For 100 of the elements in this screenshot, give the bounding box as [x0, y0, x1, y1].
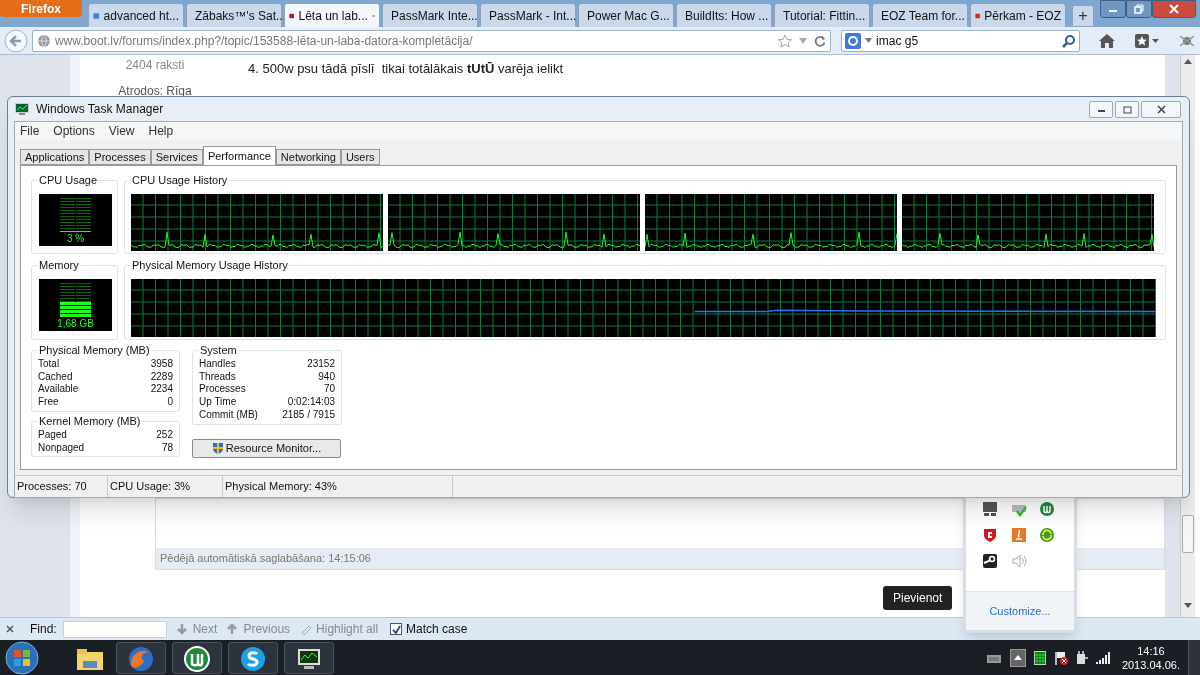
- stat-value: 252: [156, 428, 173, 442]
- menu-item[interactable]: File: [20, 122, 40, 140]
- author-post-count: 2404 raksti: [125, 57, 185, 74]
- monitor-icon[interactable]: [982, 501, 998, 517]
- meter-reading: 3 %: [66, 233, 85, 245]
- tab[interactable]: Users: [340, 149, 380, 165]
- taskbar-button[interactable]: [228, 641, 278, 674]
- match-case-checkbox[interactable]: [390, 623, 403, 635]
- tab-title: PassMark Inte...: [391, 7, 478, 25]
- resource-monitor-button[interactable]: Resource Monitor...: [192, 438, 341, 458]
- search-text: imac g5: [876, 32, 919, 50]
- home-icon[interactable]: [1098, 32, 1117, 49]
- stat-label: Threads: [199, 370, 236, 384]
- browser-tab[interactable]: Zābaks™'s Sat...: [186, 3, 282, 27]
- find-label: Find:: [30, 621, 57, 638]
- menu-item[interactable]: View: [108, 122, 135, 140]
- tab[interactable]: Performance: [202, 146, 276, 165]
- close-button[interactable]: [1152, 0, 1196, 18]
- taskbar-button[interactable]: [116, 641, 166, 674]
- stat-label: Paged: [38, 428, 67, 442]
- stat-label: Processes: [199, 383, 246, 397]
- browser-tab[interactable]: Lēta un lab...: [284, 3, 380, 27]
- stat-label: Up Time: [199, 396, 237, 409]
- tab[interactable]: Applications: [20, 149, 90, 165]
- start-button[interactable]: [4, 640, 40, 675]
- meter-icon[interactable]: [1033, 650, 1046, 665]
- browser-tab[interactable]: Tutorial: Fittin...: [774, 3, 870, 27]
- flag-icon[interactable]: [1053, 650, 1068, 665]
- stat-label: Total: [38, 358, 60, 371]
- addon-icon[interactable]: [1178, 32, 1196, 49]
- globe-icon: [36, 33, 51, 48]
- reload-icon[interactable]: [814, 34, 827, 47]
- menu-item[interactable]: Options: [53, 122, 95, 140]
- sync-circle-icon[interactable]: [1039, 527, 1056, 543]
- tab[interactable]: Networking: [275, 149, 341, 165]
- mu-circle-icon[interactable]: [1039, 501, 1056, 517]
- close-icon: [1169, 4, 1179, 14]
- status-text: Physical Memory: 43%: [225, 479, 337, 495]
- search-icon[interactable]: [1062, 33, 1077, 48]
- submit-button[interactable]: Pievienot: [883, 586, 953, 610]
- tab-title: advanced ht...: [103, 7, 179, 25]
- star-icon[interactable]: [778, 33, 793, 48]
- back-button[interactable]: [4, 28, 28, 53]
- monitor-graph-icon: [14, 102, 30, 116]
- restore-icon: [1134, 4, 1144, 14]
- find-field[interactable]: [62, 620, 167, 638]
- stat-value: 940: [318, 370, 335, 384]
- tab[interactable]: Services: [150, 149, 203, 165]
- tab[interactable]: Processes: [89, 149, 151, 165]
- meter-reading: 1,68 GB: [57, 318, 94, 330]
- stat-value: 23152: [307, 358, 335, 371]
- power-plug-icon[interactable]: [1075, 650, 1088, 665]
- search-field[interactable]: imac g5: [841, 29, 1081, 52]
- stat-value: 78: [161, 441, 173, 455]
- close-icon: [1156, 104, 1166, 114]
- group-label: Physical Memory Usage History: [131, 258, 289, 272]
- bookmarks-icon[interactable]: [1134, 32, 1161, 49]
- window-title: Windows Task Manager: [36, 101, 164, 118]
- tab-title: Power Mac G...: [587, 7, 670, 25]
- browser-tab[interactable]: EOZ Team for...: [872, 3, 968, 27]
- taskbar-button[interactable]: [172, 641, 222, 674]
- browser-tab[interactable]: Pērkam - EOZ: [970, 3, 1066, 27]
- browser-tab[interactable]: PassMark Inte...: [382, 3, 478, 27]
- search-engine-icon[interactable]: [845, 32, 862, 49]
- group-label: CPU Usage History: [131, 173, 229, 187]
- close-icon[interactable]: [6, 625, 14, 633]
- browser-tab[interactable]: PassMark - Int...: [480, 3, 576, 27]
- stat-label: Handles: [199, 358, 236, 371]
- url-text: www.boot.lv/forums/index.php?/topic/153588-lēta-un-laba-datora-kompletācija/: [54, 32, 473, 50]
- browser-tab[interactable]: Power Mac G...: [578, 3, 674, 27]
- tab-title: EOZ Team for...: [881, 7, 965, 25]
- stat-label: Commit (MB): [199, 408, 258, 422]
- flame-square-icon[interactable]: [1010, 527, 1027, 543]
- scroll-down-icon[interactable]: [1184, 603, 1192, 608]
- match-case-label: Match case: [406, 621, 468, 638]
- url-field[interactable]: www.boot.lv/forums/index.php?/topic/153588-lēta-un-laba-datora-kompletācija/: [31, 29, 832, 52]
- scroll-up-icon[interactable]: [1184, 59, 1192, 64]
- menu-item[interactable]: Help: [148, 122, 174, 140]
- clock-time: 14:16: [1137, 643, 1165, 658]
- piston-square-icon[interactable]: [982, 553, 998, 569]
- new-tab-button[interactable]: +: [1072, 5, 1094, 27]
- stat-value: 3958: [150, 358, 173, 371]
- scroll-thumb[interactable]: [1182, 515, 1194, 553]
- stat-value: 70: [323, 383, 335, 397]
- shield-icon: [211, 441, 224, 455]
- minimize-button[interactable]: [1100, 0, 1126, 18]
- browser-tab[interactable]: BuildIts: How ...: [676, 3, 772, 27]
- signal-bars-icon[interactable]: [1095, 651, 1110, 664]
- taskbar-button[interactable]: [284, 641, 334, 674]
- status-text: Processes: 70: [17, 479, 87, 495]
- post-text: 4. 500w psu tādā pīslī tikai totālākais tUtŪ varēja ielikt: [247, 60, 564, 78]
- show-hidden-icons-button[interactable]: [1009, 648, 1026, 667]
- shield-icon[interactable]: [982, 527, 998, 543]
- close-button[interactable]: [1141, 100, 1181, 118]
- stat-label: Cached: [38, 370, 73, 384]
- stat-label: Free: [38, 396, 59, 409]
- browser-tab[interactable]: advanced ht...: [88, 3, 184, 27]
- minimize-button[interactable]: [1089, 100, 1113, 118]
- clock[interactable]: 14:16 2013.04.06.: [1121, 643, 1180, 672]
- restore-button[interactable]: [1126, 0, 1152, 18]
